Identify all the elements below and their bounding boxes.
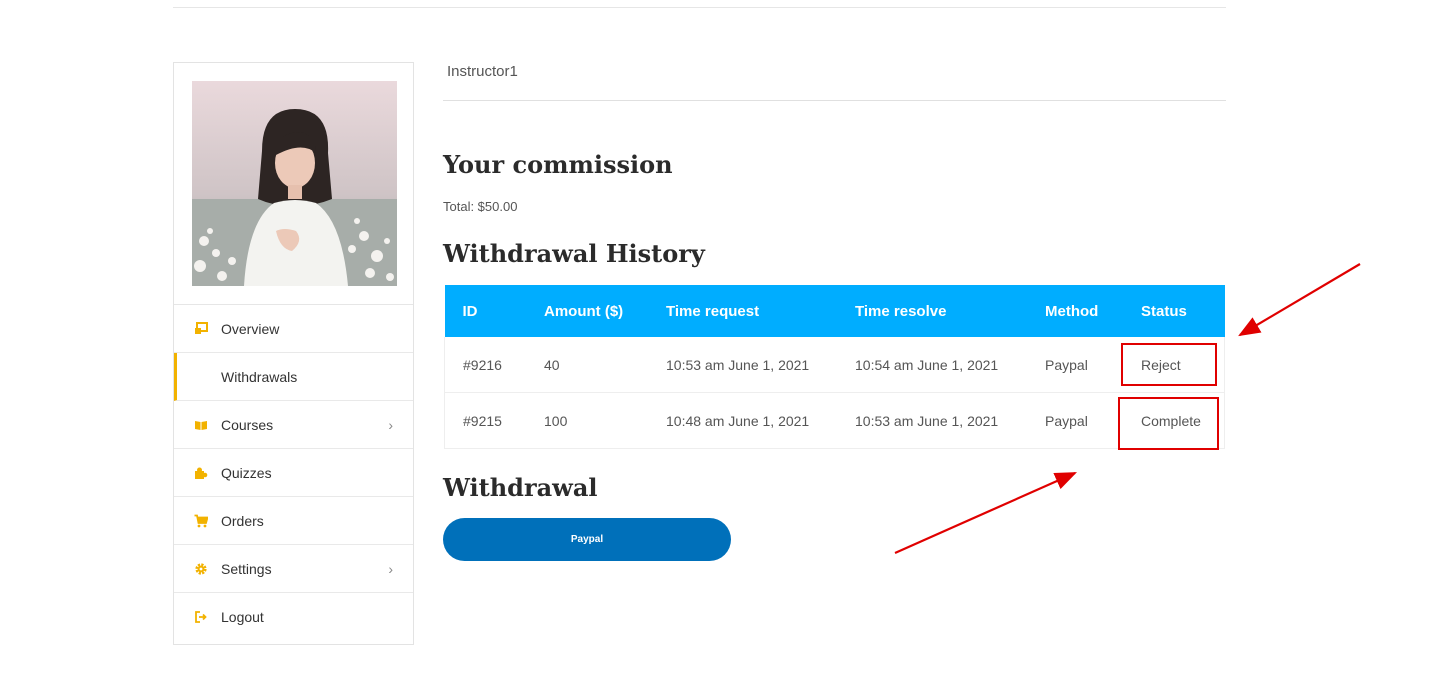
annotation-arrows [894, 263, 1361, 555]
annotation-arrow-reject [1238, 263, 1361, 337]
annotation-arrow-complete [894, 471, 1078, 555]
